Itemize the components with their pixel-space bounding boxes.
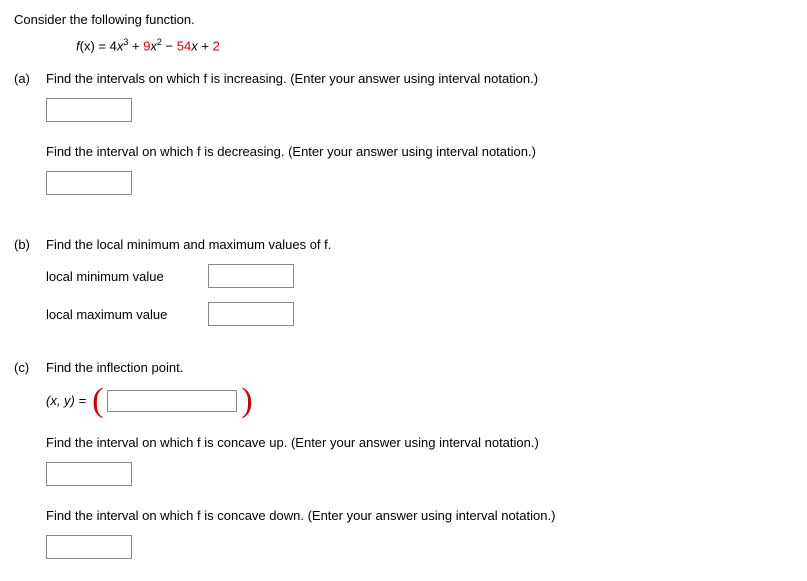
a-prompt-decreasing: Find the interval on which f is decreasi… (46, 144, 793, 159)
part-b-label: (b) (14, 237, 46, 252)
eq-c2: 2 (213, 38, 220, 53)
function-equation: f(x) = 4x3 + 9x2 − 54x + 2 (76, 37, 793, 53)
part-c-label: (c) (14, 360, 46, 375)
concave-up-input[interactable] (46, 462, 132, 486)
c-prompt-concave-down: Find the interval on which f is concave … (46, 508, 793, 523)
decreasing-interval-input[interactable] (46, 171, 132, 195)
inflection-point-input[interactable] (107, 390, 237, 412)
xy-label: (x, y) = (46, 393, 86, 408)
concave-down-input[interactable] (46, 535, 132, 559)
part-b: (b) Find the local minimum and maximum v… (14, 237, 793, 340)
eq-c54: 54 (177, 38, 191, 53)
intro-text: Consider the following function. (14, 12, 793, 27)
eq-minus: − (162, 38, 177, 53)
local-max-input[interactable] (208, 302, 294, 326)
part-c: (c) Find the inflection point. (x, y) = … (14, 360, 793, 558)
local-min-input[interactable] (208, 264, 294, 288)
eq-of: (x) = 4 (80, 38, 117, 53)
c-prompt-concave-up: Find the interval on which f is concave … (46, 435, 793, 450)
local-min-label: local minimum value (46, 269, 208, 284)
c-prompt-inflection: Find the inflection point. (46, 360, 793, 375)
eq-plus2: + (198, 38, 213, 53)
local-max-label: local maximum value (46, 307, 208, 322)
part-a: (a) Find the intervals on which f is inc… (14, 71, 793, 217)
eq-plus1: + (128, 38, 143, 53)
close-paren-icon: ) (241, 387, 252, 414)
increasing-interval-input[interactable] (46, 98, 132, 122)
open-paren-icon: ( (92, 387, 103, 414)
part-a-label: (a) (14, 71, 46, 86)
a-prompt-increasing: Find the intervals on which f is increas… (46, 71, 793, 86)
b-prompt: Find the local minimum and maximum value… (46, 237, 793, 252)
